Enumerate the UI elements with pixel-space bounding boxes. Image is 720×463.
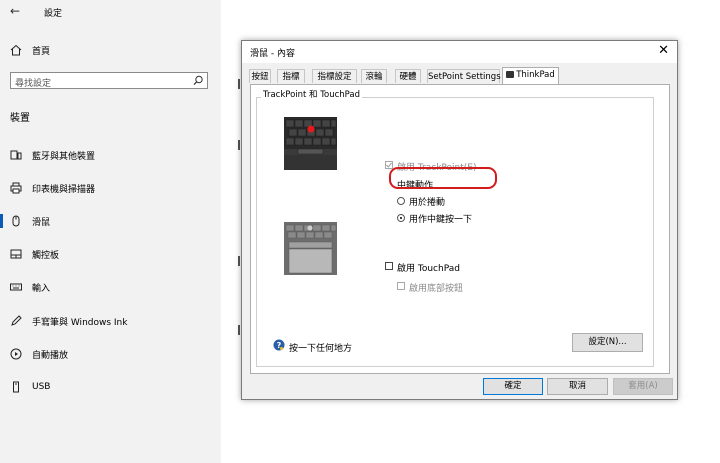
nav-mouse[interactable]: 滑鼠	[0, 210, 221, 232]
nav-home-label: 首頁	[32, 46, 51, 57]
home-icon	[10, 44, 22, 56]
enable-touchpad-label: 啟用 TouchPad	[397, 264, 460, 274]
trackpoint-settings-button[interactable]: 設定(N)...	[572, 333, 643, 352]
dialog-title: 滑鼠 - 內容	[250, 49, 295, 59]
background-fragment	[238, 325, 240, 335]
tab-pointers[interactable]: 指標	[277, 69, 305, 83]
thinkpad-tab-icon	[506, 71, 515, 78]
nav-touchpad-label: 觸控板	[32, 250, 60, 261]
nav-autoplay[interactable]: 自動播放	[0, 343, 221, 365]
group-label: TrackPoint 和 TouchPad	[261, 88, 362, 100]
help-question-icon: ?	[273, 339, 285, 351]
middle-click-option-label: 用作中鍵按一下	[409, 215, 473, 225]
settings-window-title: 設定	[44, 9, 63, 19]
background-fragment	[238, 256, 240, 266]
nav-printers[interactable]: 印表機與掃描器	[0, 177, 221, 199]
keyboard-icon	[10, 281, 22, 293]
nav-usb[interactable]: USB	[0, 376, 221, 398]
pen-icon	[10, 315, 22, 327]
nav-printers-label: 印表機與掃描器	[32, 184, 96, 195]
dialog-titlebar[interactable]: 滑鼠 - 內容 ✕	[242, 41, 677, 63]
section-title-devices: 裝置	[10, 113, 30, 124]
help-text[interactable]: 按一下任何地方	[289, 341, 352, 354]
scroll-option-label: 用於捲動	[409, 198, 446, 208]
search-icon[interactable]	[193, 75, 204, 89]
printer-icon	[10, 182, 22, 194]
tab-wheel[interactable]: 滾輪	[361, 69, 387, 83]
nav-typing-label: 輸入	[32, 283, 51, 294]
settings-search-input[interactable]: 尋找設定	[10, 72, 208, 89]
background-fragment	[238, 79, 240, 89]
enable-touchpad-checkbox[interactable]	[385, 262, 393, 270]
tab-hardware[interactable]: 硬體	[395, 69, 421, 83]
background-fragment	[238, 140, 240, 150]
tab-setpoint-settings[interactable]: SetPoint Settings	[427, 69, 501, 83]
enable-bottom-buttons-checkbox[interactable]	[397, 282, 405, 290]
nav-mouse-label: 滑鼠	[32, 217, 51, 228]
nav-usb-label: USB	[32, 382, 51, 392]
thinkpad-tab-panel: TrackPoint 和 TouchPad 啟用 TrackPoint(E) 中…	[250, 84, 670, 374]
nav-pen-label: 手寫筆與 Windows Ink	[32, 317, 128, 328]
trackpoint-illustration	[284, 117, 337, 170]
nav-bluetooth[interactable]: 藍牙與其他裝置	[0, 144, 221, 166]
enable-bottom-buttons-label: 啟用底部按鈕	[409, 284, 464, 294]
cancel-button[interactable]: 取消	[547, 378, 608, 395]
apply-button[interactable]: 套用(A)	[613, 378, 673, 395]
nav-pen[interactable]: 手寫筆與 Windows Ink	[0, 310, 221, 332]
bluetooth-devices-icon	[10, 149, 22, 161]
close-icon[interactable]: ✕	[658, 43, 669, 58]
settings-sidebar: ← 設定 首頁 尋找設定 裝置 藍牙與其他裝置 印表機與掃描器 滑鼠 觸控板 輸…	[0, 0, 221, 463]
usb-icon	[10, 381, 22, 393]
nav-bluetooth-label: 藍牙與其他裝置	[32, 151, 96, 162]
tab-pointer-options[interactable]: 指標設定	[312, 69, 357, 83]
touchpad-icon	[10, 248, 22, 260]
nav-typing[interactable]: 輸入	[0, 276, 221, 298]
touchpad-illustration	[284, 222, 337, 275]
tab-thinkpad-label: ThinkPad	[516, 70, 555, 80]
tab-thinkpad[interactable]: ThinkPad	[502, 67, 559, 84]
back-arrow-icon[interactable]: ←	[10, 4, 20, 18]
scroll-radio[interactable]	[397, 197, 405, 205]
red-highlight-annotation	[389, 167, 497, 189]
middle-click-radio[interactable]	[397, 214, 405, 222]
mouse-properties-dialog: 滑鼠 - 內容 ✕ 按鈕 指標 指標設定 滾輪 硬體 SetPoint Sett…	[241, 40, 678, 400]
autoplay-icon	[10, 348, 22, 360]
search-placeholder: 尋找設定	[15, 79, 52, 89]
tab-buttons[interactable]: 按鈕	[249, 69, 271, 83]
ok-button[interactable]: 確定	[483, 378, 543, 395]
nav-autoplay-label: 自動播放	[32, 350, 69, 361]
nav-home[interactable]: 首頁	[0, 39, 221, 61]
nav-touchpad[interactable]: 觸控板	[0, 243, 221, 265]
mouse-icon	[10, 215, 22, 227]
